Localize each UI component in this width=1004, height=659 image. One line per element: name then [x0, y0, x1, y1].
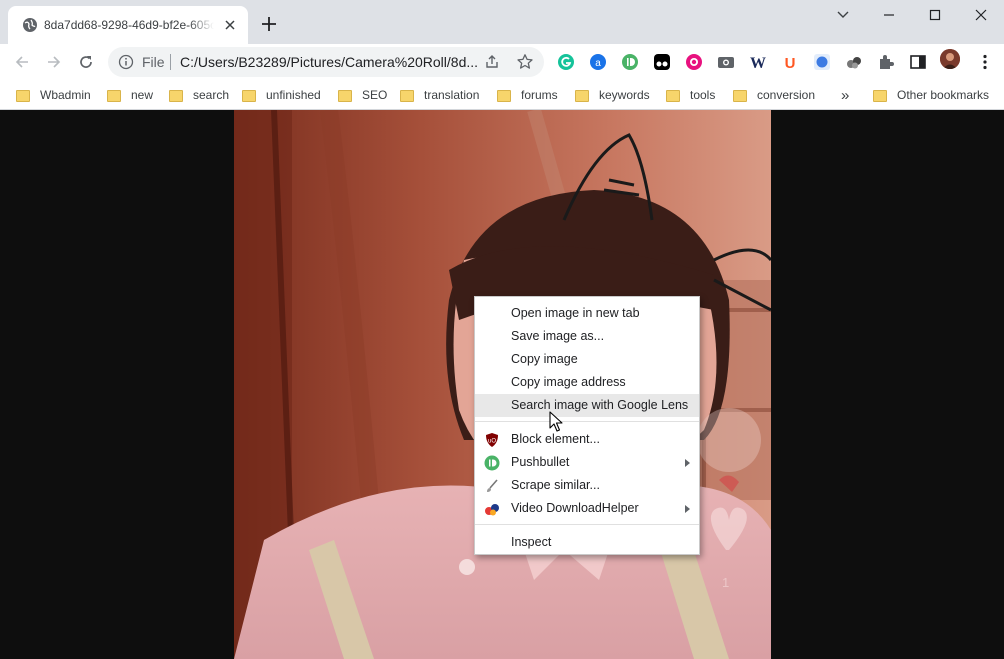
- close-icon: [975, 9, 987, 21]
- folder-icon: [400, 90, 414, 102]
- minimize-icon: [884, 14, 894, 16]
- bookmark-search[interactable]: search: [169, 87, 229, 103]
- close-window-button[interactable]: [958, 0, 1004, 30]
- reload-icon: [80, 56, 92, 68]
- tampermonkey-icon[interactable]: [653, 53, 671, 71]
- bookmark-unfinished[interactable]: unfinished: [242, 87, 321, 103]
- new-tab-icon[interactable]: [259, 14, 279, 34]
- ublock-shield-icon: uO: [486, 433, 498, 447]
- bookmark-star-icon[interactable]: [516, 53, 534, 71]
- maximize-icon: [929, 9, 941, 21]
- arrow-right-icon: [48, 56, 61, 68]
- scheme-label: File: [142, 54, 165, 70]
- forward-button[interactable]: [42, 50, 66, 74]
- bookmarks-bar: Wbadmin new search unfinished SEO transl…: [0, 80, 1004, 110]
- u-extension-icon[interactable]: U: [781, 53, 799, 71]
- scraper-brush-icon: [487, 479, 498, 492]
- menu-inspect[interactable]: Inspect: [475, 531, 699, 554]
- menu-separator: [475, 524, 699, 525]
- toolbar: File C:/Users/B23289/Pictures/Camera%20R…: [0, 44, 1004, 80]
- bookmark-keywords[interactable]: keywords: [575, 87, 650, 103]
- maximize-button[interactable]: [912, 0, 958, 30]
- back-button[interactable]: [10, 50, 34, 74]
- grammarly-extension-icon[interactable]: [557, 53, 575, 71]
- folder-icon: [666, 90, 680, 102]
- svg-text:uO: uO: [488, 439, 496, 445]
- bookmark-forums[interactable]: forums: [497, 87, 558, 103]
- extensions-puzzle-icon[interactable]: [877, 53, 895, 71]
- w-extension-icon[interactable]: W: [749, 53, 767, 71]
- folder-icon: [242, 90, 256, 102]
- info-icon[interactable]: [118, 54, 134, 70]
- video-downloadhelper-icon: [485, 504, 499, 516]
- like-count: 1: [722, 575, 730, 590]
- folder-icon: [107, 90, 121, 102]
- tab-search-button[interactable]: [820, 0, 866, 30]
- menu-search-google-lens[interactable]: Search image with Google Lens: [475, 394, 699, 417]
- more-menu-icon[interactable]: [976, 53, 994, 71]
- context-menu: Open image in new tab Save image as... C…: [474, 296, 700, 555]
- folder-icon: [169, 90, 183, 102]
- menu-scrape-similar[interactable]: Scrape similar...: [475, 474, 699, 497]
- folder-icon: [575, 90, 589, 102]
- menu-block-element[interactable]: uO Block element...: [475, 428, 699, 451]
- bookmark-other-bookmarks[interactable]: Other bookmarks: [873, 87, 989, 103]
- globe-icon: [23, 18, 37, 32]
- pushbullet-icon: [484, 455, 500, 471]
- side-panel-icon[interactable]: [909, 53, 927, 71]
- bookmark-wbadmin[interactable]: Wbadmin: [16, 87, 91, 103]
- svg-text:U: U: [785, 55, 796, 71]
- tab-title: 8da7dd68-9298-46d9-bf2e-605c: [44, 18, 214, 32]
- bookmark-translation[interactable]: translation: [400, 87, 479, 103]
- svg-text:a: a: [595, 58, 601, 69]
- address-bar[interactable]: File C:/Users/B23289/Pictures/Camera%20R…: [108, 47, 544, 77]
- menu-copy-image-address[interactable]: Copy image address: [475, 371, 699, 394]
- submenu-arrow-icon: [685, 459, 690, 467]
- profile-avatar[interactable]: [940, 49, 960, 69]
- omnibox-divider: [170, 54, 171, 70]
- menu-open-image-new-tab[interactable]: Open image in new tab: [475, 302, 699, 325]
- bookmark-seo[interactable]: SEO: [338, 87, 387, 103]
- menu-copy-image[interactable]: Copy image: [475, 348, 699, 371]
- translate-extension-icon[interactable]: a: [589, 53, 607, 71]
- menu-separator: [475, 421, 699, 422]
- folder-icon: [16, 90, 30, 102]
- menu-video-downloadhelper[interactable]: Video DownloadHelper: [475, 497, 699, 520]
- pushbullet-toolbar-icon[interactable]: [621, 53, 639, 71]
- folder-icon: [497, 90, 511, 102]
- video-downloadhelper-toolbar-icon[interactable]: [845, 53, 863, 71]
- browser-tab[interactable]: 8da7dd68-9298-46d9-bf2e-605c: [8, 6, 248, 44]
- submenu-arrow-icon: [685, 505, 690, 513]
- arrow-left-icon: [15, 56, 28, 68]
- mouse-cursor-icon: [549, 411, 563, 432]
- menu-save-image-as[interactable]: Save image as...: [475, 325, 699, 348]
- blue-circle-extension-icon[interactable]: [813, 53, 831, 71]
- bookmark-conversion[interactable]: conversion: [733, 87, 815, 103]
- menu-pushbullet[interactable]: Pushbullet: [475, 451, 699, 474]
- camera-extension-icon[interactable]: [717, 53, 735, 71]
- url-text[interactable]: C:/Users/B23289/Pictures/Camera%20Roll/8…: [180, 54, 478, 70]
- minimize-button[interactable]: [866, 0, 912, 30]
- chevron-down-icon: [837, 11, 849, 18]
- folder-icon: [873, 90, 887, 102]
- bookmark-tools[interactable]: tools: [666, 87, 715, 103]
- record-extension-icon[interactable]: [685, 53, 703, 71]
- folder-icon: [338, 90, 352, 102]
- tab-strip: 8da7dd68-9298-46d9-bf2e-605c: [0, 0, 1004, 44]
- avatar-image: [940, 49, 960, 69]
- bookmarks-overflow-button[interactable]: »: [841, 87, 849, 104]
- folder-icon: [733, 90, 747, 102]
- share-icon[interactable]: [484, 54, 500, 70]
- reload-button[interactable]: [74, 50, 98, 74]
- close-tab-icon[interactable]: [222, 17, 238, 33]
- svg-text:W: W: [750, 55, 766, 71]
- bookmark-new[interactable]: new: [107, 87, 153, 103]
